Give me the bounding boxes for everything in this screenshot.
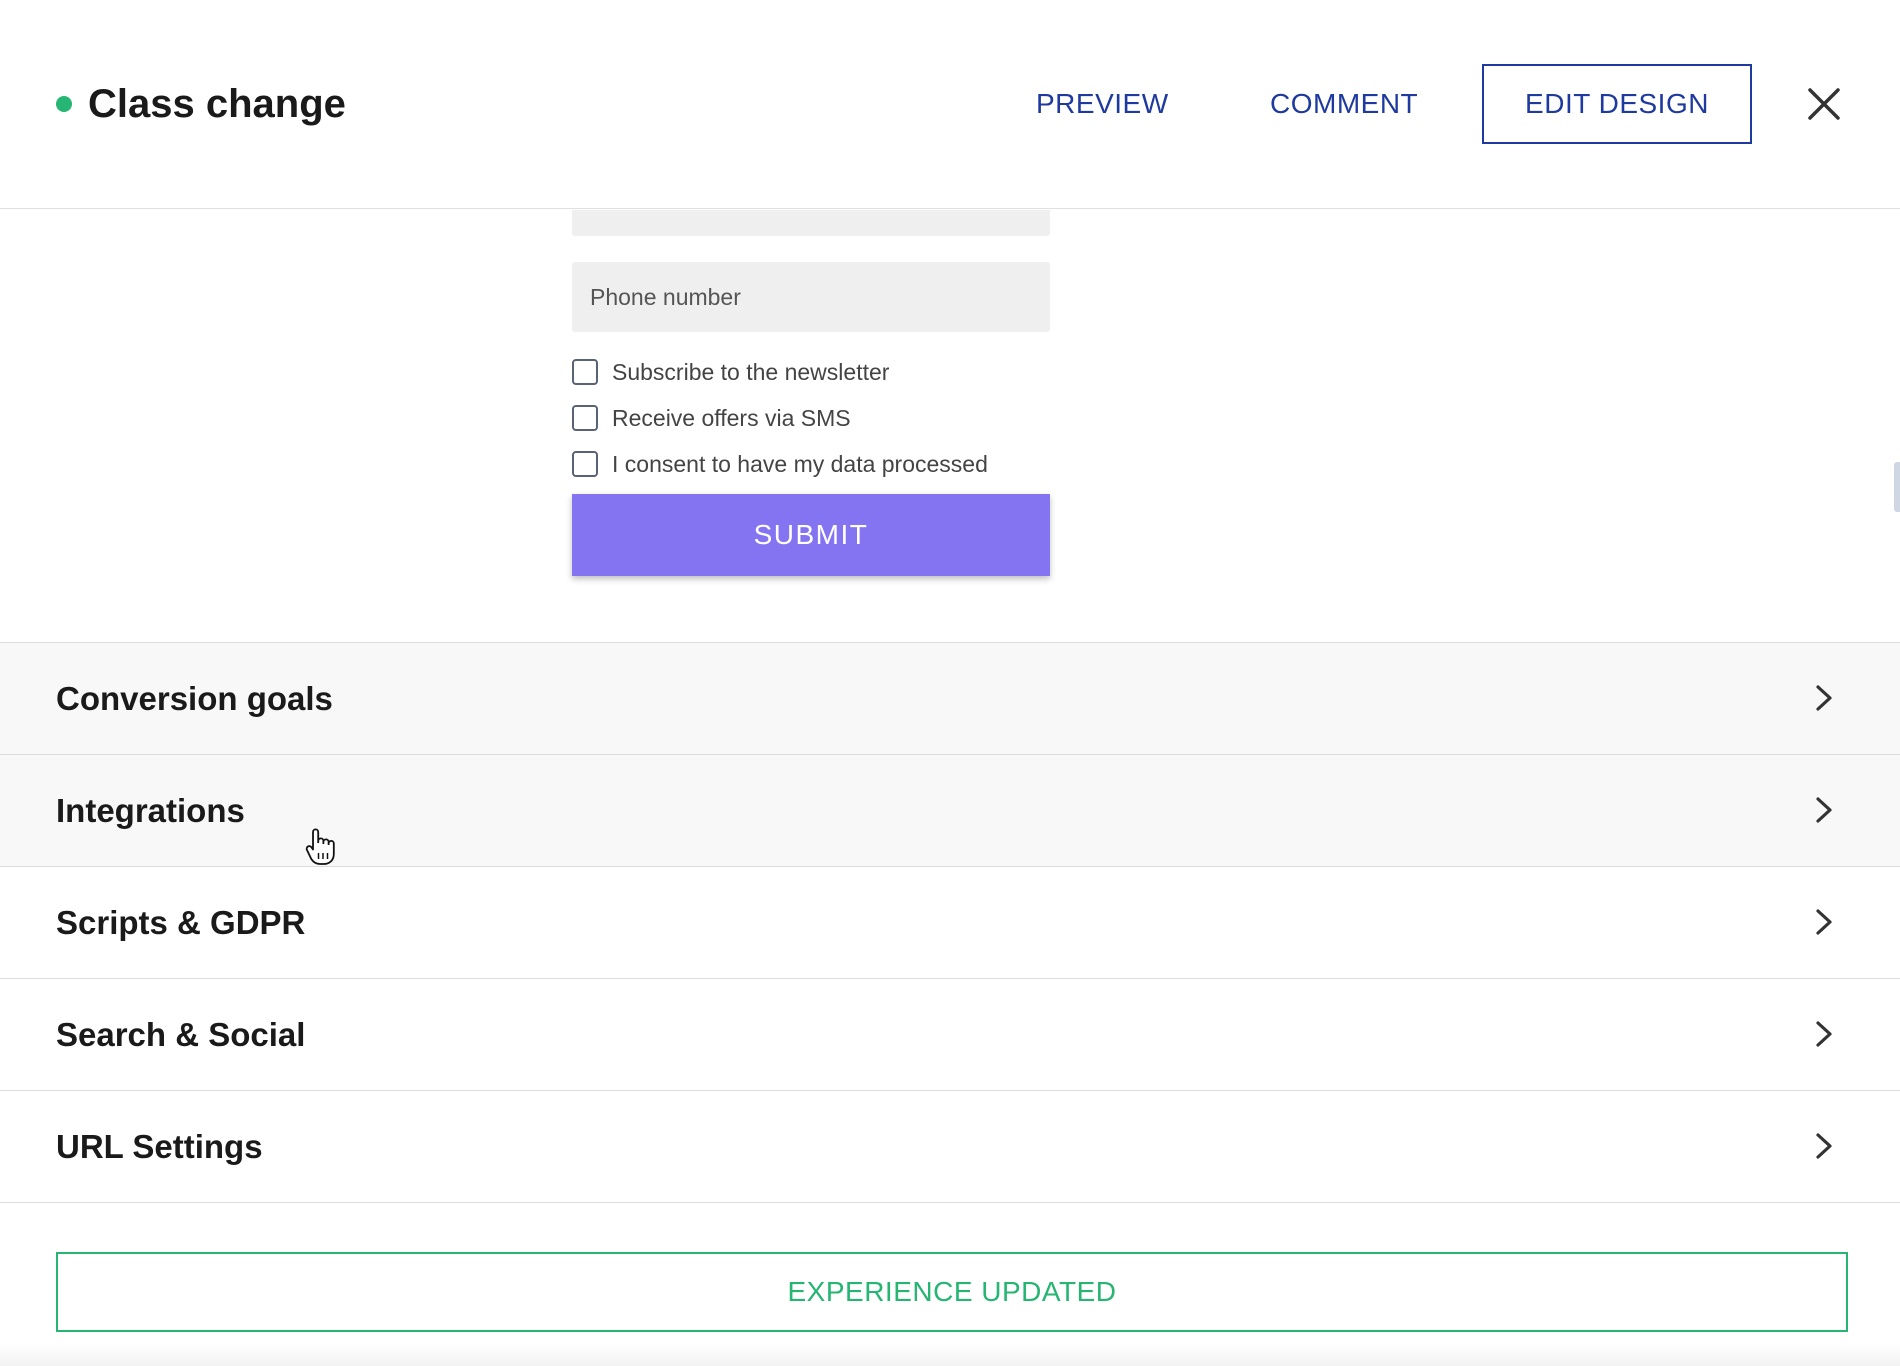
section-scripts-gdpr[interactable]: Scripts & GDPR bbox=[0, 866, 1900, 978]
section-label: Integrations bbox=[56, 792, 245, 829]
section-label: Search & Social bbox=[56, 1016, 306, 1053]
phone-number-field[interactable] bbox=[572, 262, 1050, 332]
submit-button[interactable]: SUBMIT bbox=[572, 494, 1050, 576]
chevron-right-icon bbox=[1816, 685, 1832, 711]
editor-header: Class change PREVIEW COMMENT EDIT DESIGN bbox=[0, 0, 1900, 209]
chevron-right-icon bbox=[1816, 797, 1832, 823]
sms-label: Receive offers via SMS bbox=[612, 404, 851, 431]
checkbox-row-consent[interactable]: I consent to have my data processed bbox=[572, 449, 988, 479]
chevron-right-icon bbox=[1816, 1021, 1832, 1047]
chevron-right-icon bbox=[1816, 1133, 1832, 1159]
section-label: Conversion goals bbox=[56, 680, 333, 717]
hand-pointer-icon bbox=[305, 828, 335, 865]
bottom-shadow bbox=[0, 1344, 1900, 1366]
newsletter-checkbox[interactable] bbox=[572, 359, 598, 385]
checkbox-row-newsletter[interactable]: Subscribe to the newsletter bbox=[572, 357, 889, 387]
sms-checkbox[interactable] bbox=[572, 405, 598, 431]
section-search-social[interactable]: Search & Social bbox=[0, 978, 1900, 1090]
experience-updated-button[interactable]: EXPERIENCE UPDATED bbox=[56, 1252, 1848, 1332]
scrollbar-handle[interactable] bbox=[1894, 462, 1900, 512]
chevron-right-icon bbox=[1816, 909, 1832, 935]
newsletter-label: Subscribe to the newsletter bbox=[612, 358, 890, 385]
status-dot bbox=[56, 96, 72, 112]
section-label: URL Settings bbox=[56, 1128, 263, 1165]
section-conversion-goals[interactable]: Conversion goals bbox=[0, 642, 1900, 754]
form-preview: Subscribe to the newsletter Receive offe… bbox=[0, 210, 1900, 642]
preview-button[interactable]: PREVIEW bbox=[1036, 84, 1169, 124]
section-url-settings[interactable]: URL Settings bbox=[0, 1090, 1900, 1202]
section-label: Scripts & GDPR bbox=[56, 904, 306, 941]
consent-checkbox[interactable] bbox=[572, 451, 598, 477]
consent-label: I consent to have my data processed bbox=[612, 450, 988, 477]
page-title: Class change bbox=[88, 82, 346, 126]
close-icon[interactable] bbox=[1804, 84, 1844, 124]
comment-button[interactable]: COMMENT bbox=[1270, 84, 1418, 124]
edit-design-button[interactable]: EDIT DESIGN bbox=[1482, 64, 1752, 144]
email-field[interactable] bbox=[572, 210, 1050, 236]
checkbox-row-sms[interactable]: Receive offers via SMS bbox=[572, 403, 851, 433]
section-integrations[interactable]: Integrations bbox=[0, 754, 1900, 866]
divider bbox=[0, 1202, 1900, 1203]
